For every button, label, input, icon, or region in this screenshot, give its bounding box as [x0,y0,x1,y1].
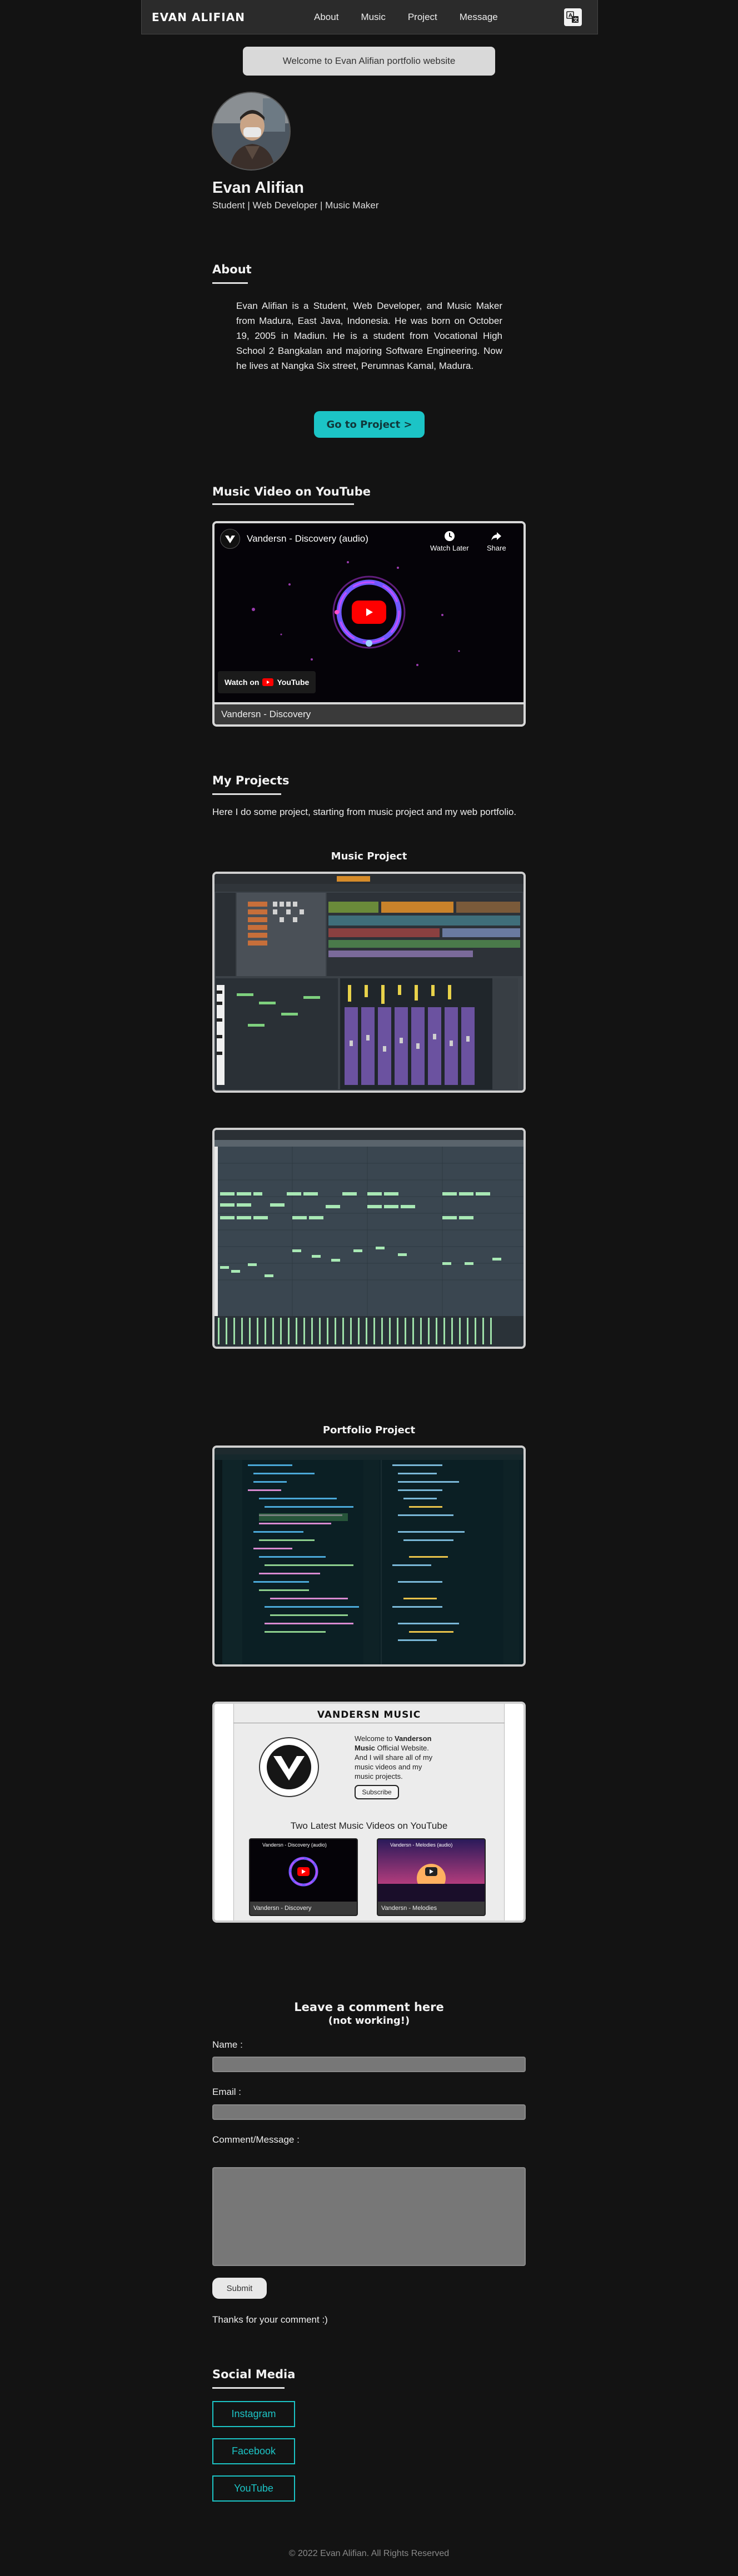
youtube-link[interactable]: YouTube [212,2475,295,2502]
clock-icon [444,531,455,541]
channel-icon[interactable] [220,529,240,549]
profile-name: Evan Alifian [212,179,304,197]
share-icon [491,532,502,541]
share-label: Share [487,544,506,552]
message-textarea[interactable] [212,2167,526,2266]
site-preview-logo [259,1737,319,1797]
play-button[interactable] [352,601,386,624]
email-label: Email : [212,2087,241,2097]
svg-text:A: A [569,13,572,19]
svg-text:文: 文 [574,17,579,23]
social-media-title-underline [212,2387,285,2389]
welcome-banner: Welcome to Evan Alifian portfolio websit… [243,47,495,76]
site-video-card-2[interactable]: Vandersn - Melodies (audio) Vandersn - M… [377,1838,486,1916]
site-video-card-1[interactable]: Vandersn - Discovery (audio) Vandersn - … [249,1838,358,1916]
translate-icon: A 文 [566,11,579,23]
watch-later-button[interactable]: Watch Later [430,530,469,552]
footer-copyright: © 2022 Evan Alifian. All Rights Reserved [288,2549,450,2558]
youtube-logo-icon [262,678,274,686]
music-project-screenshot-2[interactable] [212,1128,526,1349]
go-to-project-button[interactable]: Go to Project > [314,411,425,438]
projects-intro: Here I do some project, starting from mu… [212,807,517,817]
vandersn-logo-icon [267,1745,311,1789]
nav-link-music[interactable]: Music [361,12,385,23]
portfolio-project-heading: Portfolio Project [322,1424,416,1436]
brand-logo[interactable]: EVAN ALIFIAN [152,11,245,24]
share-button[interactable]: Share [487,530,506,552]
navbar: EVAN ALIFIAN About Music Project Message… [141,0,598,34]
nav-link-message[interactable]: Message [460,12,498,23]
facebook-link[interactable]: Facebook [212,2438,295,2464]
name-label: Name : [212,2039,243,2050]
about-text: Evan Alifian is a Student, Web Developer… [236,301,502,371]
youtube-embed[interactable]: Vandersn - Discovery (audio) Watch Later… [212,521,526,727]
comment-form-title: Leave a comment here [294,2000,444,2014]
site-video-1-title: Vandersn - Discovery (audio) [262,1842,327,1848]
watch-on-label: Watch on [225,678,260,687]
nav-links: About Music Project Message [314,12,498,23]
projects-title-underline [212,793,281,795]
avatar [212,92,291,171]
thanks-message: Thanks for your comment :) [212,2314,328,2325]
profile-tagline: Student | Web Developer | Music Maker [212,200,379,211]
video-caption: Vandersn - Discovery [215,702,523,724]
watch-on-youtube-button[interactable]: Watch on YouTube [218,671,316,693]
music-project-heading: Music Project [331,851,407,862]
portfolio-project-screenshot-code[interactable] [212,1445,526,1667]
nav-link-about[interactable]: About [314,12,338,23]
submit-button[interactable]: Submit [212,2278,267,2299]
site-subscribe-button[interactable]: Subscribe [355,1785,399,1799]
email-input[interactable] [212,2104,526,2120]
video-title[interactable]: Vandersn - Discovery (audio) [247,533,368,544]
comment-form-subtitle: (not working!) [328,2015,410,2027]
site-video-2-caption: Vandersn - Melodies [378,1902,485,1915]
play-icon [366,608,373,616]
music-project-screenshot-1[interactable] [212,872,526,1093]
name-input[interactable] [212,2057,526,2072]
site-preview-welcome: Welcome to Vanderson Music Official Webs… [355,1734,438,1781]
music-video-title-underline [212,503,354,505]
social-media-title: Social Media [212,2368,296,2381]
video-title-bar: Vandersn - Discovery (audio) [220,529,368,549]
youtube-wordmark: YouTube [277,678,310,687]
site-video-2-title: Vandersn - Melodies (audio) [390,1842,453,1848]
watch-later-label: Watch Later [430,544,469,552]
instagram-link[interactable]: Instagram [212,2401,295,2427]
about-title: About [212,263,252,276]
site-latest-heading: Two Latest Music Videos on YouTube [290,1820,448,1831]
site-video-1-caption: Vandersn - Discovery [250,1902,357,1915]
portfolio-project-screenshot-site[interactable]: VANDERSN MUSIC Welcome to Vanderson Musi… [212,1702,526,1923]
music-video-title: Music Video on YouTube [212,485,371,498]
message-label: Comment/Message : [212,2134,300,2145]
nav-link-project[interactable]: Project [408,12,437,23]
projects-title: My Projects [212,774,290,787]
site-welcome-prefix: Welcome to [355,1734,395,1743]
about-title-underline [212,282,248,284]
site-preview-header: VANDERSN MUSIC [317,1709,421,1720]
language-icon[interactable]: A 文 [564,8,582,26]
